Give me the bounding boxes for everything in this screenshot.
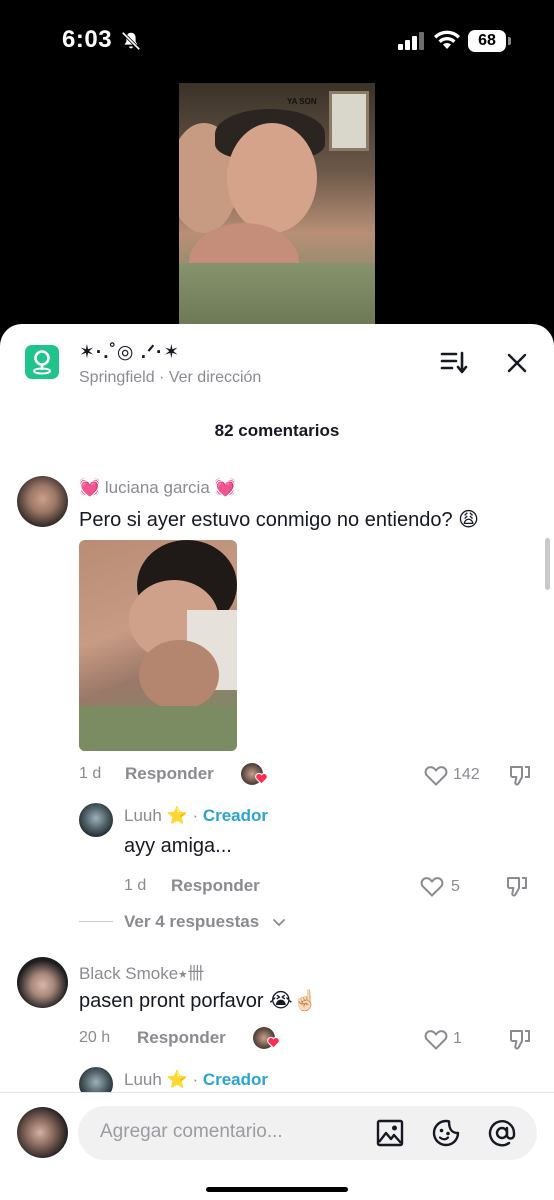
comment-input-placeholder: Agregar comentario...: [100, 1121, 283, 1142]
like-heart-icon[interactable]: [424, 1028, 448, 1050]
like-count: 5: [451, 878, 460, 895]
location-title[interactable]: ✶·.˚◎ .ᐟ·✶: [79, 341, 180, 364]
replies-divider: [79, 921, 113, 922]
location-directions-link[interactable]: Ver dirección: [169, 369, 262, 386]
comment-input-bar: Agregar comentario...: [0, 1092, 554, 1200]
creator-badge: Creador: [202, 806, 269, 825]
comment-username[interactable]: Black Smoke⭑卌: [79, 959, 204, 984]
location-city: Springfield: [79, 369, 155, 386]
close-icon[interactable]: [505, 351, 529, 375]
image-icon[interactable]: [375, 1118, 405, 1148]
heart-badge-icon: [267, 1036, 280, 1049]
chevron-down-icon[interactable]: [272, 918, 286, 928]
comment-text: pasen pront porfavor 😭☝🏻: [79, 990, 318, 1012]
reply-button[interactable]: Responder: [137, 1028, 226, 1048]
avatar[interactable]: [79, 803, 113, 837]
dislike-icon[interactable]: [508, 1027, 532, 1051]
status-time: 6:03: [62, 26, 113, 53]
background-window: [329, 91, 369, 151]
person-right: [227, 123, 317, 233]
like-heart-icon[interactable]: [424, 764, 448, 786]
cellular-signal-icon: [398, 32, 424, 50]
avatar[interactable]: [17, 476, 68, 527]
emoji-sticker-icon[interactable]: [431, 1118, 461, 1148]
comment-text: Pero si ayer estuvo conmigo no entiendo?…: [79, 509, 479, 531]
heart-badge-icon: [255, 772, 268, 785]
creator-liked-badge: [241, 763, 269, 787]
dislike-icon[interactable]: [505, 874, 529, 898]
comments-sheet: ✶·.˚◎ .ᐟ·✶ Springfield · Ver dirección 8…: [0, 324, 554, 1200]
comment-count: 82 comentarios: [214, 421, 340, 440]
creator-badge: Creador: [202, 1070, 269, 1089]
home-indicator: [206, 1187, 348, 1192]
like-heart-icon[interactable]: [420, 875, 444, 897]
location-pin-icon[interactable]: [25, 345, 59, 379]
reply-time: 1 d: [124, 877, 147, 894]
like-count: 1: [453, 1030, 462, 1047]
comment-input[interactable]: Agregar comentario...: [78, 1106, 537, 1160]
username-separator: ·: [187, 806, 203, 825]
scroll-indicator[interactable]: [545, 538, 550, 590]
dislike-icon[interactable]: [508, 763, 532, 787]
reply-username[interactable]: Luuh ⭐ · Creador: [124, 806, 268, 826]
location-subtitle[interactable]: Springfield · Ver dirección: [79, 369, 261, 387]
reply-username-text[interactable]: Luuh ⭐: [124, 1070, 188, 1089]
comment-photo[interactable]: [79, 540, 237, 751]
comment-username[interactable]: 💓 luciana garcia 💓: [79, 478, 236, 498]
bell-muted-icon: [121, 31, 141, 51]
my-avatar[interactable]: [17, 1107, 68, 1158]
mention-icon[interactable]: [487, 1118, 517, 1148]
video-watermark: YA SON: [287, 97, 317, 106]
reply-text: ayy amiga...: [124, 835, 232, 857]
comment-time: 20 h: [79, 1029, 111, 1046]
wifi-icon: [434, 30, 460, 49]
location-separator: ·: [154, 369, 169, 386]
sort-icon[interactable]: [440, 350, 468, 376]
video-thumbnail[interactable]: YA SON: [179, 83, 375, 333]
photo-face-second: [139, 640, 219, 710]
bed-sheet: [179, 263, 375, 333]
reply-button[interactable]: Responder: [171, 876, 260, 896]
comment-time: 1 d: [79, 765, 102, 782]
like-count: 142: [453, 766, 480, 783]
status-bar: 6:03 68: [0, 0, 554, 80]
photo-blanket: [79, 706, 237, 751]
battery-indicator: 68: [468, 30, 511, 52]
view-replies-label: Ver 4 respuestas: [124, 912, 260, 931]
creator-liked-badge: [253, 1027, 281, 1051]
avatar[interactable]: [17, 957, 68, 1008]
reply-button[interactable]: Responder: [125, 764, 214, 784]
username-separator: ·: [187, 1070, 203, 1089]
reply-username[interactable]: Luuh ⭐ · Creador: [124, 1070, 268, 1090]
view-replies-button[interactable]: Ver 4 respuestas: [124, 912, 259, 932]
reply-username-text[interactable]: Luuh ⭐: [124, 806, 188, 825]
